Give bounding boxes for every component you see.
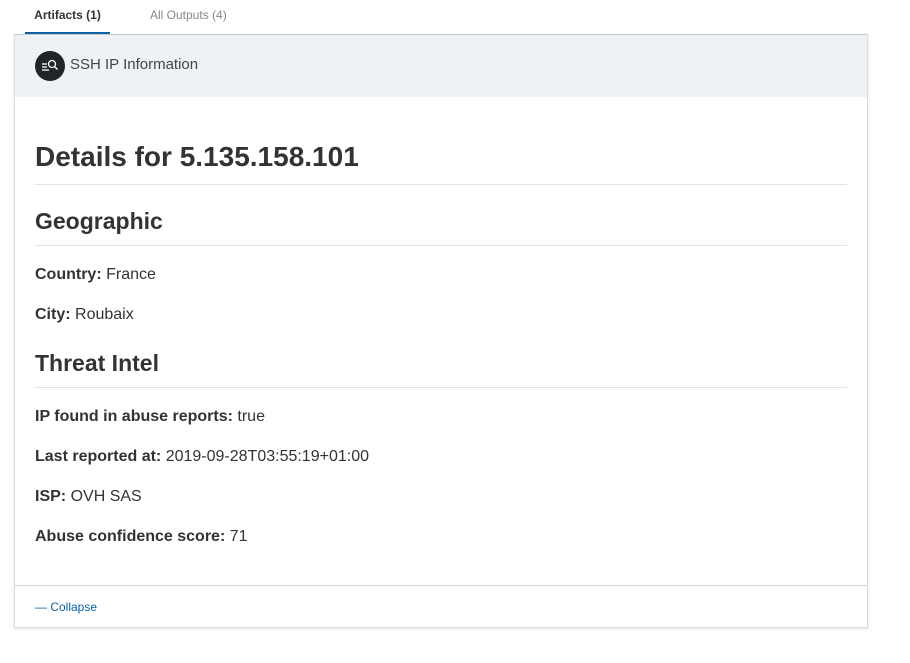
isp-field: ISP: OVH SAS [35, 488, 142, 506]
abuse-score-label: Abuse confidence score: [35, 528, 226, 545]
artifact-card: SSH IP Information Details for 5.135.158… [14, 34, 868, 628]
abuse-reports-label: IP found in abuse reports: [35, 408, 233, 425]
isp-value: OVH SAS [70, 488, 142, 505]
abuse-score-field: Abuse confidence score: 71 [35, 528, 248, 546]
tab-all-outputs[interactable]: All Outputs (4) [150, 0, 227, 34]
isp-label: ISP: [35, 488, 67, 505]
card-header: SSH IP Information [15, 35, 867, 97]
card-footer: — Collapse [15, 585, 867, 627]
tab-bar: Artifacts (1) All Outputs (4) [0, 0, 868, 34]
geographic-heading: Geographic [35, 208, 847, 246]
country-label: Country: [35, 266, 102, 283]
last-reported-value: 2019-09-28T03:55:19+01:00 [165, 448, 369, 465]
threat-intel-heading: Threat Intel [35, 350, 847, 388]
last-reported-label: Last reported at: [35, 448, 162, 465]
abuse-reports-field: IP found in abuse reports: true [35, 408, 265, 426]
tab-artifacts[interactable]: Artifacts (1) [25, 0, 110, 34]
collapse-link[interactable]: — Collapse [35, 600, 97, 614]
card-title: SSH IP Information [70, 56, 199, 73]
details-heading: Details for 5.135.158.101 [35, 141, 847, 185]
city-field: City: Roubaix [35, 306, 134, 324]
search-icon [35, 51, 65, 81]
last-reported-field: Last reported at: 2019-09-28T03:55:19+01… [35, 448, 369, 466]
country-value: France [106, 266, 156, 283]
country-field: Country: France [35, 266, 156, 284]
city-label: City: [35, 306, 71, 323]
abuse-reports-value: true [237, 408, 265, 425]
abuse-score-value: 71 [229, 528, 248, 545]
city-value: Roubaix [75, 306, 134, 323]
